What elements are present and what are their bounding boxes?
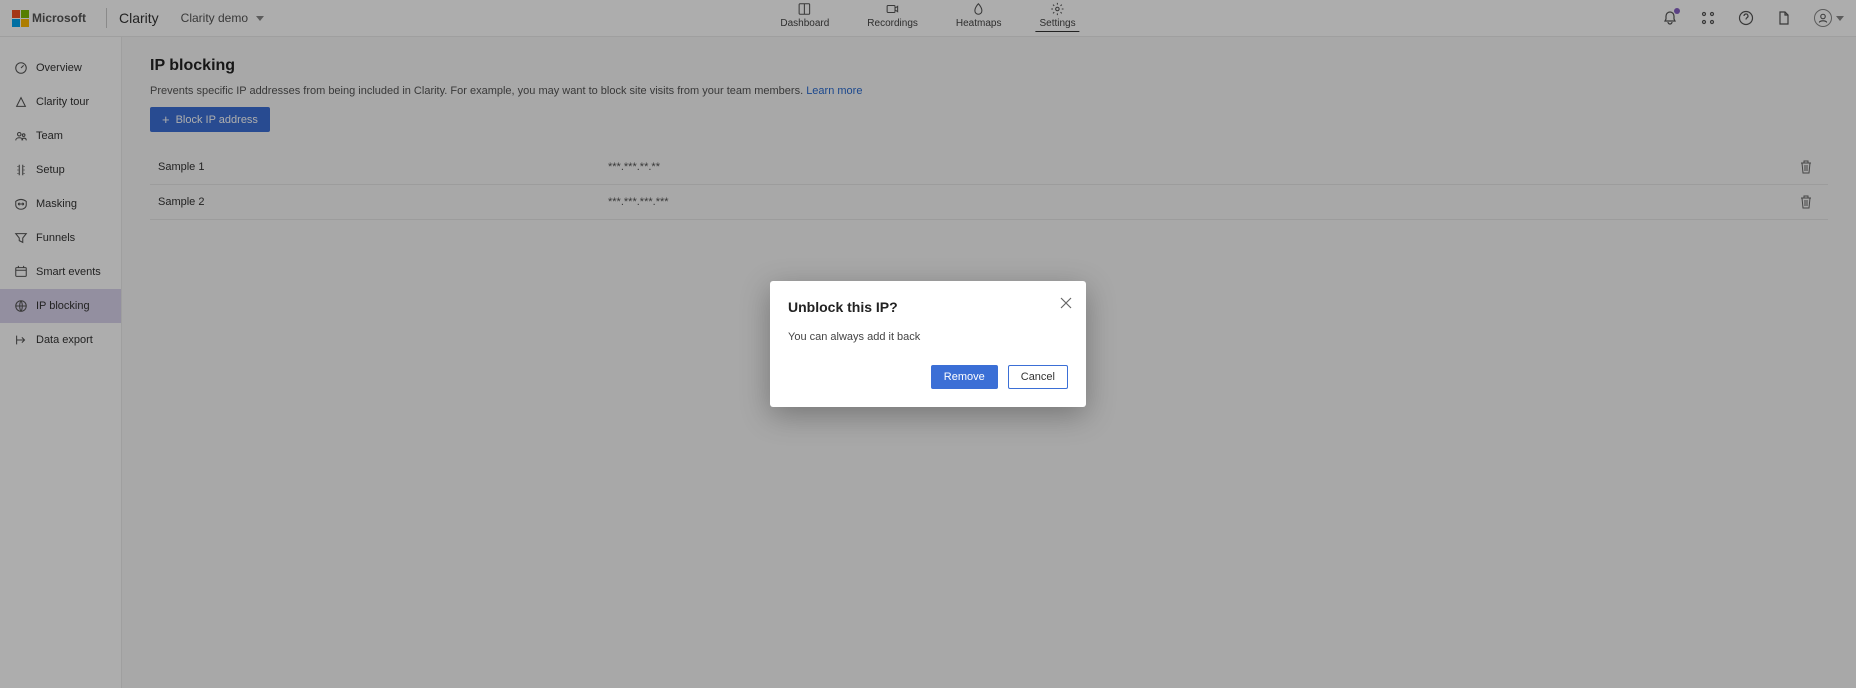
- remove-button[interactable]: Remove: [931, 365, 998, 389]
- dialog-title: Unblock this IP?: [788, 299, 1068, 315]
- cancel-button[interactable]: Cancel: [1008, 365, 1068, 389]
- unblock-dialog: Unblock this IP? You can always add it b…: [770, 281, 1086, 407]
- dialog-close-button[interactable]: [1060, 297, 1072, 309]
- dialog-body: You can always add it back: [788, 331, 1068, 343]
- modal-overlay: Unblock this IP? You can always add it b…: [0, 0, 1856, 688]
- dialog-actions: Remove Cancel: [788, 365, 1068, 389]
- close-icon: [1060, 297, 1072, 309]
